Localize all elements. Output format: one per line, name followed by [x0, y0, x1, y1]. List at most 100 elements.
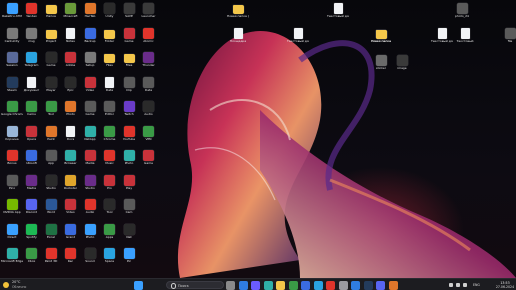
desktop-icon[interactable]: Ubisoft — [22, 150, 42, 165]
desktop-icon[interactable]: Game — [139, 150, 159, 165]
desktop-icon[interactable]: Net — [119, 223, 139, 239]
desktop-icon[interactable]: Steam — [2, 76, 22, 92]
desktop-icon[interactable]: Photo — [61, 101, 81, 116]
chevron-up-icon[interactable] — [449, 283, 453, 287]
desktop-icon[interactable]: Текстовый — [455, 28, 475, 43]
desktop-icon[interactable]: Editor — [100, 101, 120, 116]
desktop-icon[interactable]: Backup — [80, 27, 100, 43]
desktop-icon[interactable]: NVIDIA App — [2, 199, 22, 214]
desktop-icon[interactable]: Folder — [100, 28, 120, 43]
desktop-icon[interactable]: Game — [41, 52, 61, 67]
desktop-icon[interactable]: Rakeltru ATM — [2, 3, 22, 18]
clock-date[interactable]: 27.06.2024 — [495, 285, 515, 289]
desktop-icon[interactable]: Microsoft Edge — [1, 248, 23, 263]
desktop-icon[interactable]: Music — [100, 150, 120, 165]
widgets-icon[interactable] — [238, 280, 248, 290]
desktop-icon[interactable]: Project — [41, 28, 61, 43]
desktop-icon[interactable]: Minecraft — [61, 3, 81, 18]
desktop-icon[interactable]: Paint — [41, 125, 61, 141]
desktop-icon[interactable]: Корзина — [2, 125, 22, 141]
desktop-icon[interactable]: Pro — [100, 174, 120, 190]
desktop-icon[interactable]: Files — [119, 52, 139, 67]
desktop-icon[interactable]: Setup — [80, 52, 100, 67]
taskbar-search-box[interactable]: Поиск — [166, 281, 224, 289]
desktop-icon[interactable]: msg — [22, 27, 42, 43]
desktop-icon[interactable]: Player — [41, 76, 61, 92]
desktop-icon[interactable]: Новая папка (2) — [227, 3, 249, 18]
desktop-icon[interactable]: Launcher — [139, 3, 159, 18]
desktop-icon[interactable]: image — [392, 55, 412, 70]
desktop-icon[interactable]: Audio — [80, 199, 100, 214]
desktop-icon[interactable]: Video — [80, 76, 100, 92]
media-icon[interactable] — [388, 280, 398, 290]
desktop-icon[interactable]: Studio — [80, 174, 100, 190]
desktop-icon[interactable]: Word — [41, 199, 61, 214]
task-view-icon[interactable] — [226, 280, 235, 290]
desktop-icon[interactable]: Data — [139, 76, 159, 92]
desktop-icon[interactable]: Текстовый документ (2) — [431, 28, 453, 43]
desktop-icon[interactable]: sticker — [371, 55, 391, 70]
weather-widget[interactable]: 20°C Облачно — [3, 280, 37, 290]
desktop-icon[interactable]: Tool — [41, 101, 61, 116]
desktop-icon[interactable]: Spotify — [22, 223, 42, 239]
desktop-icon[interactable]: Pico — [2, 174, 22, 190]
desktop-icon[interactable]: Excel — [41, 223, 61, 239]
chrome-icon[interactable] — [288, 280, 298, 290]
desktop-icon[interactable]: Google Chrome — [1, 101, 23, 116]
desktop-icon[interactable]: Epic — [61, 76, 81, 92]
desktop-icon[interactable]: Tool — [100, 199, 120, 214]
yandex-icon[interactable] — [326, 280, 335, 290]
desktop-icon[interactable]: CentuCity — [2, 27, 22, 43]
desktop-icon[interactable]: YouTube — [119, 125, 139, 141]
store-icon[interactable] — [301, 280, 310, 290]
desktop-icon[interactable]: Площадка — [228, 28, 248, 43]
clock-time[interactable]: 13:53 — [495, 281, 515, 285]
desktop-icon[interactable]: Xbox — [22, 248, 42, 263]
desktop-icon[interactable]: Cam — [119, 199, 139, 214]
desktop-icon[interactable]: Документ — [22, 76, 42, 92]
desktop-icon[interactable]: Discord — [22, 199, 42, 214]
desktop-icon[interactable]: Clip — [119, 76, 139, 92]
desktop-icon[interactable]: Session — [2, 52, 22, 67]
desktop-icon[interactable]: SAVE — [119, 3, 139, 18]
desktop-icon[interactable]: VPN — [139, 125, 159, 141]
desktop-icon[interactable]: Docs — [61, 125, 81, 141]
desktop-icon[interactable]: Новая папка — [371, 28, 391, 43]
desktop-icon[interactable]: Audio — [139, 101, 159, 116]
desktop-icon[interactable]: Video — [61, 199, 81, 214]
desktop-icon[interactable]: Space — [100, 248, 120, 263]
desktop-icon[interactable]: Cemu — [22, 101, 42, 116]
desktop-icon[interactable]: Atomic — [139, 27, 159, 43]
desktop-icon[interactable]: Chrome — [100, 125, 120, 141]
desktop-icon[interactable]: Rec — [61, 248, 81, 263]
desktop-icon[interactable]: Game — [119, 27, 139, 43]
desktop-icon[interactable]: Data — [100, 76, 120, 92]
desktop-icon[interactable]: Twitch — [119, 101, 139, 116]
desktop-icon[interactable]: NetApp — [80, 125, 100, 141]
desktop-icon[interactable]: Pic — [119, 248, 139, 263]
desktop-icon[interactable]: App — [41, 150, 61, 165]
desktop-icon[interactable]: Adobe — [61, 52, 81, 67]
desktop-icon[interactable]: Paint 3D — [41, 248, 61, 263]
desktop-icon[interactable]: Opera — [22, 125, 42, 141]
desktop-icon[interactable]: Direct — [2, 223, 22, 239]
desktop-icon[interactable]: Play — [119, 174, 139, 190]
desktop-icon[interactable]: Notes — [61, 27, 81, 43]
desktop-icon[interactable]: Apps — [100, 223, 120, 239]
desktop-icon[interactable]: Sound — [80, 248, 100, 263]
desktop-icon[interactable]: Media — [22, 174, 42, 190]
file-explorer-icon[interactable] — [276, 280, 285, 290]
wifi-icon[interactable] — [456, 283, 460, 287]
settings-icon[interactable] — [338, 280, 348, 290]
mail-icon[interactable] — [351, 280, 360, 290]
desktop-icon[interactable]: Yandex — [22, 3, 42, 18]
desktop-icon[interactable]: photo_24 — [452, 3, 472, 18]
desktop-icon[interactable]: Files — [100, 52, 120, 67]
desktop-icon[interactable]: Rockstar — [61, 174, 81, 190]
telegram-icon[interactable] — [313, 280, 323, 290]
chat-icon[interactable] — [251, 280, 260, 290]
desktop-icon[interactable]: Studio — [41, 174, 61, 190]
language-indicator[interactable]: ENG — [473, 283, 480, 287]
desktop-icon[interactable]: Текстовый документ — [327, 3, 349, 18]
desktop[interactable]: Rakeltru ATM CentuCity Session Steam Google … — [0, 0, 516, 278]
